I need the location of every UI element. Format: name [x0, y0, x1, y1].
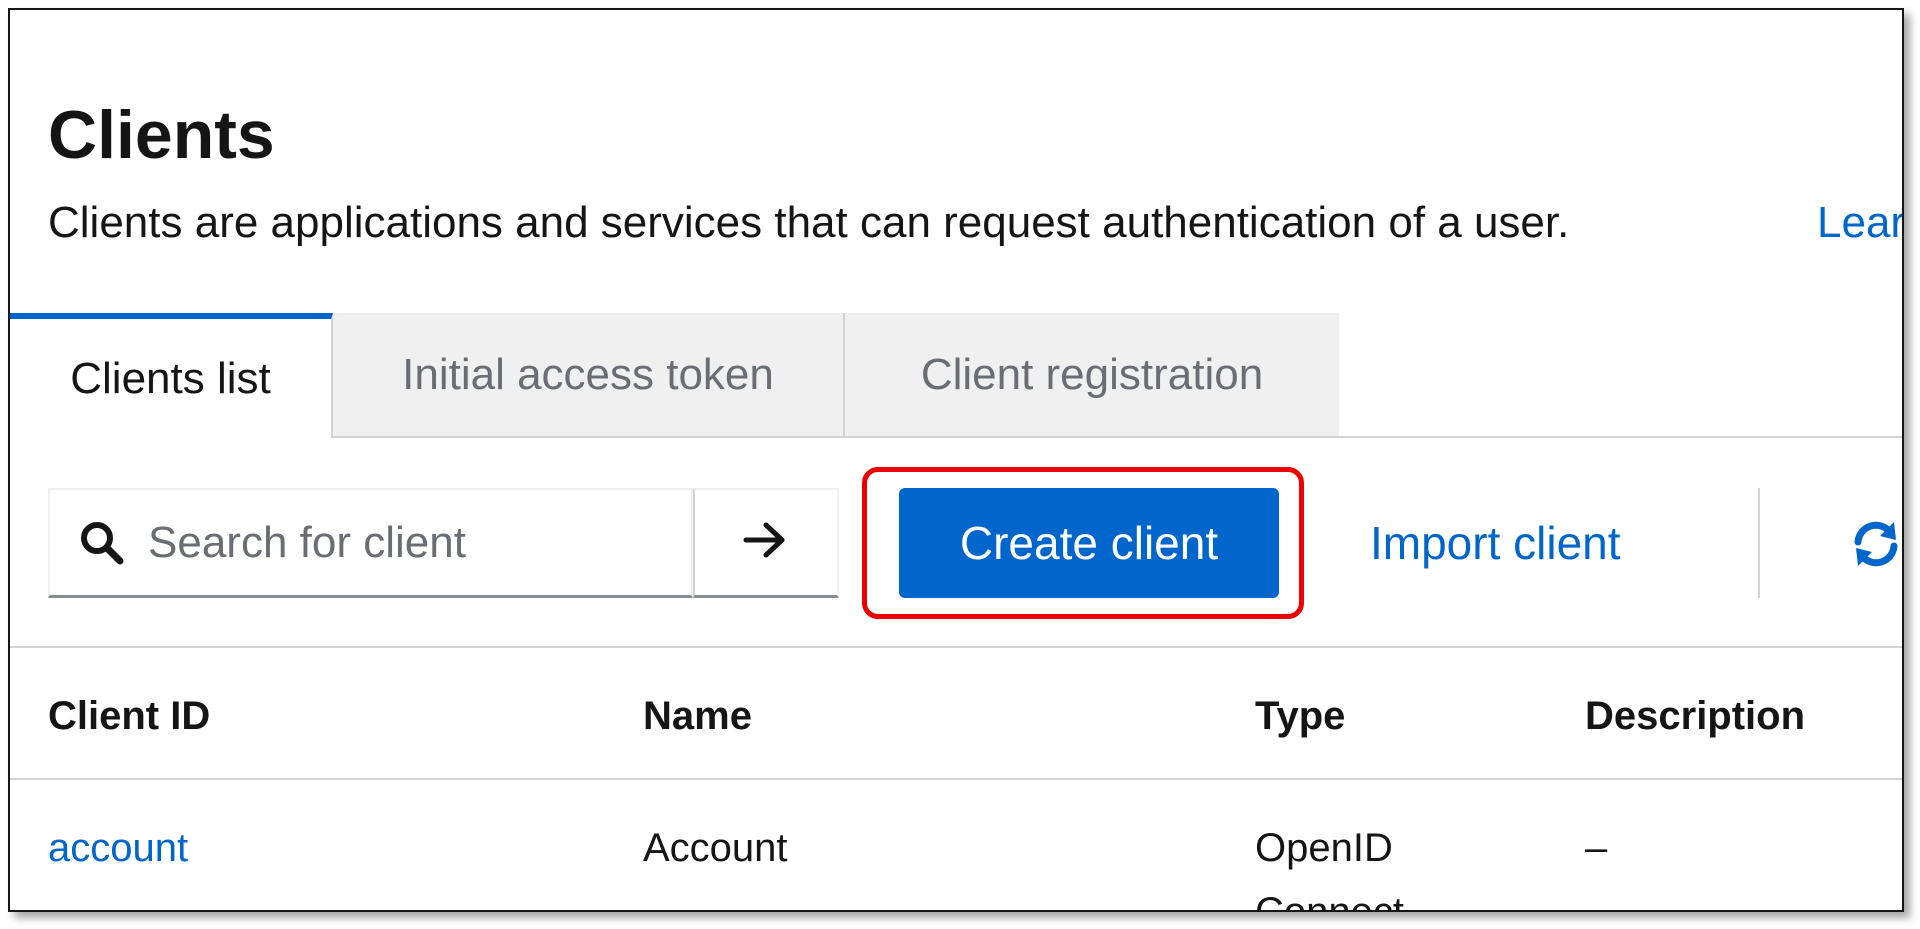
- search-input[interactable]: [146, 516, 670, 569]
- client-description: –: [1585, 826, 1608, 870]
- search-submit-button[interactable]: [693, 488, 839, 598]
- tabs: Clients list Initial access token Client…: [10, 313, 1902, 438]
- column-header-type[interactable]: Type: [1255, 694, 1345, 739]
- column-header-name[interactable]: Name: [643, 694, 752, 739]
- search-box: [48, 488, 693, 598]
- refresh-icon[interactable]: [1850, 518, 1902, 570]
- learn-more-link[interactable]: Lear: [1817, 198, 1902, 248]
- page-description: Clients are applications and services th…: [48, 198, 1570, 247]
- tab-clients-list[interactable]: Clients list: [10, 313, 333, 438]
- toolbar-divider: [1758, 488, 1760, 598]
- client-name: Account: [643, 826, 788, 870]
- toolbar-separator: [10, 646, 1902, 648]
- app-frame: Clients Clients are applications and ser…: [8, 8, 1904, 912]
- page-title: Clients: [48, 97, 275, 173]
- column-header-description[interactable]: Description: [1585, 694, 1805, 739]
- table-header-separator: [10, 778, 1902, 780]
- client-type: OpenID Connect: [1255, 826, 1404, 912]
- arrow-right-icon: [742, 520, 790, 565]
- client-id-link[interactable]: account: [48, 816, 188, 880]
- create-client-button[interactable]: Create client: [899, 488, 1279, 598]
- column-header-client-id[interactable]: Client ID: [48, 694, 210, 739]
- import-client-button[interactable]: Import client: [1370, 488, 1621, 598]
- search-group: [48, 488, 848, 598]
- tab-initial-access-token[interactable]: Initial access token: [333, 313, 845, 436]
- tab-client-registration[interactable]: Client registration: [845, 313, 1339, 436]
- search-icon: [72, 513, 132, 573]
